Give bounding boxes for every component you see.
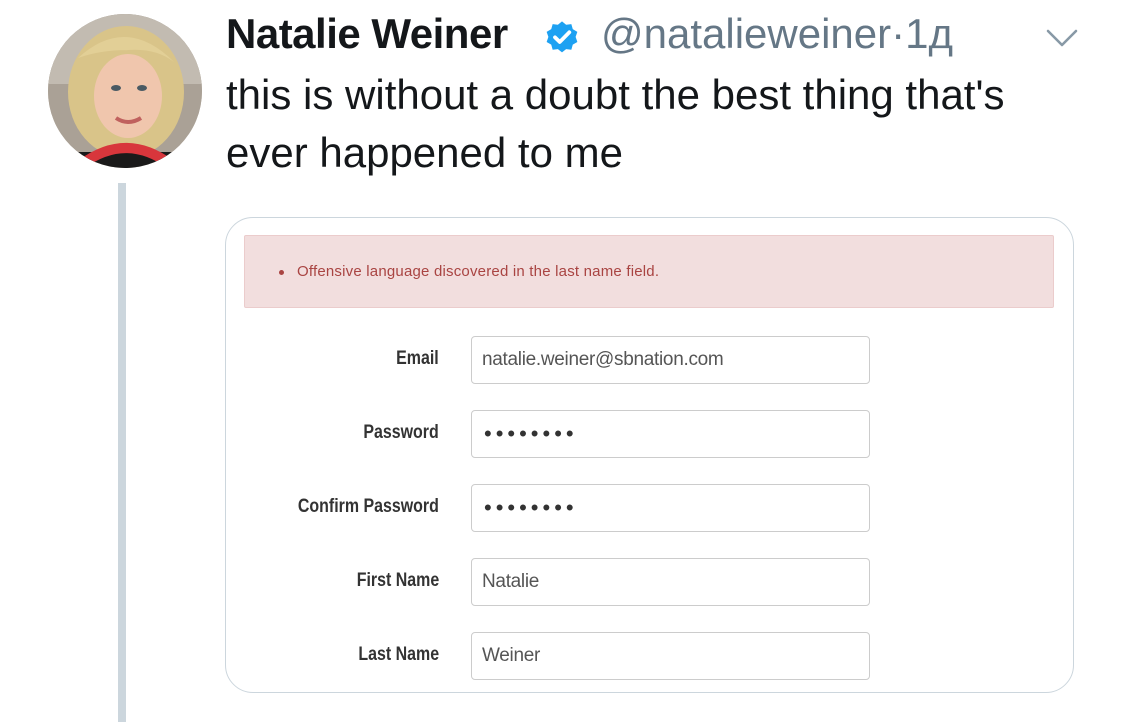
form-row-confirm-password: Confirm Password [226, 484, 1073, 532]
alert-message: Offensive language discovered in the las… [297, 263, 660, 280]
confirm-password-label: Confirm Password [297, 496, 439, 517]
first-name-field[interactable] [471, 558, 870, 606]
author-handle[interactable]: @natalieweiner [601, 10, 891, 57]
tweet-meta: @natalieweiner·1д [601, 8, 953, 60]
chevron-down-icon[interactable] [1044, 26, 1080, 50]
tweet: Natalie Weiner @natalieweiner·1д this is… [0, 0, 1122, 722]
form-row-email: Email [226, 336, 1073, 384]
last-name-label: Last Name [358, 644, 439, 665]
meta-separator: · [891, 10, 906, 57]
form-row-last-name: Last Name [226, 632, 1073, 680]
password-field[interactable] [471, 410, 870, 458]
form-row-password: Password [226, 410, 1073, 458]
first-name-label: First Name [356, 570, 439, 591]
author-name[interactable]: Natalie Weiner [226, 8, 508, 60]
form-row-first-name: First Name [226, 558, 1073, 606]
media-card-signup-form[interactable]: Offensive language discovered in the las… [225, 217, 1074, 693]
author-avatar[interactable] [48, 14, 202, 168]
last-name-field[interactable] [471, 632, 870, 680]
email-field[interactable] [471, 336, 870, 384]
avatar-photo [48, 14, 202, 168]
confirm-password-field[interactable] [471, 484, 870, 532]
tweet-header: Natalie Weiner @natalieweiner·1д [226, 8, 1106, 62]
email-label: Email [396, 348, 439, 369]
tweet-timestamp[interactable]: 1д [905, 10, 953, 57]
thread-line [118, 183, 126, 722]
verified-badge-icon [546, 21, 578, 53]
tweet-text: this is without a doubt the best thing t… [226, 71, 1005, 176]
error-alert: Offensive language discovered in the las… [244, 235, 1054, 308]
alert-bullet-icon [279, 270, 284, 275]
password-label: Password [363, 422, 439, 443]
